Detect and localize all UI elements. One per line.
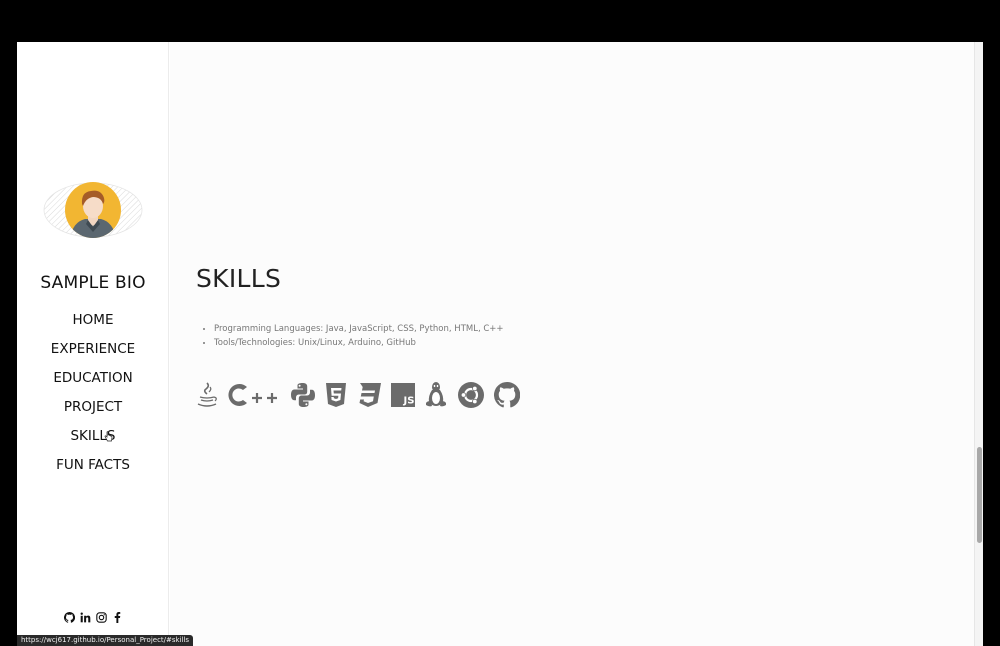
nav-item-home[interactable]: HOME [17, 310, 169, 339]
java-icon [196, 381, 218, 409]
cplusplus-icon [227, 381, 281, 409]
css3-icon [356, 381, 382, 409]
github-icon[interactable] [64, 612, 75, 623]
ubuntu-icon [457, 381, 485, 409]
nav-item-education[interactable]: EDUCATION [17, 368, 169, 397]
list-item: Tools/Technologies: Unix/Linux, Arduino,… [214, 337, 504, 351]
main-content: SKILLS Programming Languages: Java, Java… [170, 42, 974, 646]
javascript-icon: JS [391, 381, 415, 409]
nav-item-skills[interactable]: SKILLS [17, 426, 169, 455]
github-icon [494, 381, 520, 409]
python-icon [290, 381, 316, 409]
browser-viewport: SAMPLE BIO HOME EXPERIENCE EDUCATION PRO… [17, 42, 983, 646]
linux-icon [424, 381, 448, 409]
main-nav: HOME EXPERIENCE EDUCATION PROJECT SKILLS… [17, 310, 169, 484]
nav-item-experience[interactable]: EXPERIENCE [17, 339, 169, 368]
skills-list: Programming Languages: Java, JavaScript,… [214, 323, 504, 350]
instagram-icon[interactable] [96, 612, 107, 623]
scrollbar-thumb[interactable] [977, 447, 982, 543]
status-bar-url: https://wcj617.github.io/Personal_Projec… [17, 635, 194, 646]
nav-item-fun-facts[interactable]: FUN FACTS [17, 455, 169, 484]
nav-item-project[interactable]: PROJECT [17, 397, 169, 426]
hand-cursor-icon [104, 431, 113, 442]
avatar [43, 182, 143, 238]
linkedin-icon[interactable] [80, 612, 91, 623]
svg-text:JS: JS [403, 396, 415, 407]
vertical-scrollbar[interactable] [974, 42, 983, 646]
skill-icons: JS [196, 381, 529, 409]
sidebar: SAMPLE BIO HOME EXPERIENCE EDUCATION PRO… [17, 42, 169, 646]
list-item: Programming Languages: Java, JavaScript,… [214, 323, 504, 337]
social-links [64, 612, 123, 623]
html5-icon [325, 381, 347, 409]
facebook-icon[interactable] [112, 612, 123, 623]
site-brand[interactable]: SAMPLE BIO [17, 273, 169, 293]
page-title: SKILLS [196, 264, 282, 293]
